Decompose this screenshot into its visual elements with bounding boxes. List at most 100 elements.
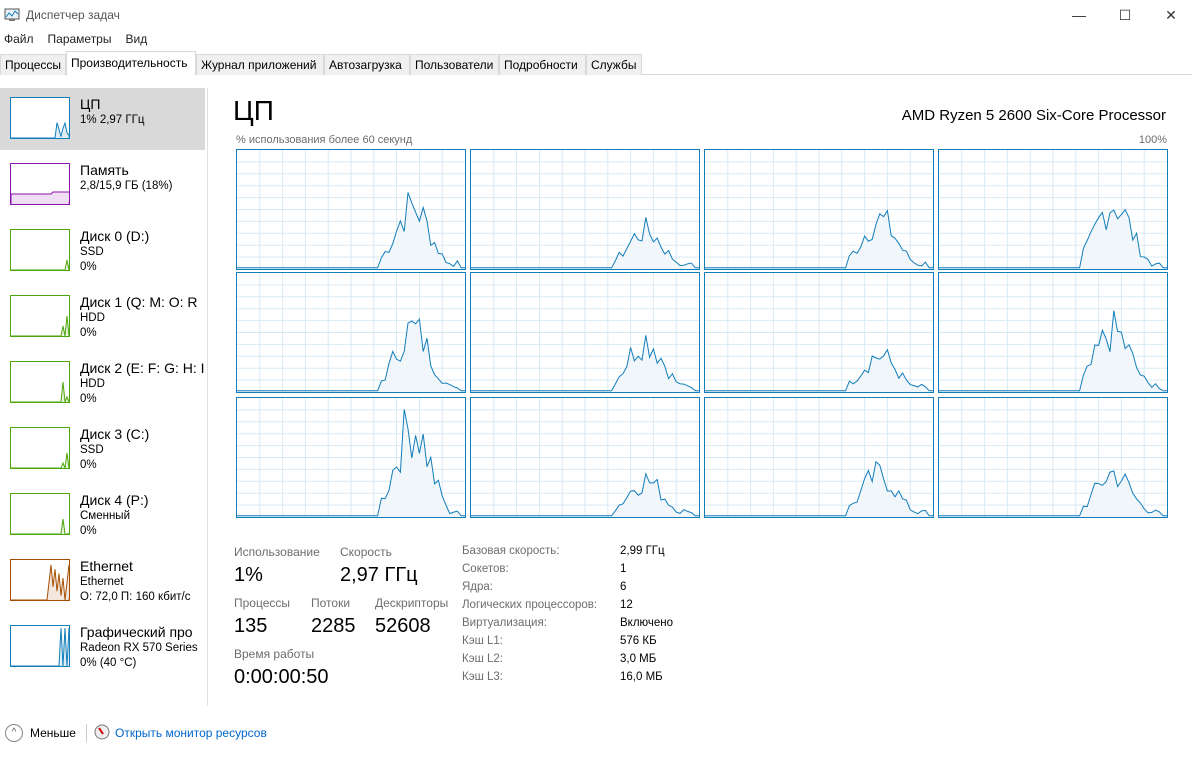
detail-value: 16,0 МБ	[620, 671, 663, 683]
sidebar-item-name: Диск 1 (Q: M: O: R	[80, 294, 198, 310]
sidebar-item-value: 0%	[80, 261, 97, 273]
task-manager-icon	[4, 8, 20, 21]
detail-value: 3,0 МБ	[620, 653, 657, 665]
sidebar-item-value: 0%	[80, 393, 97, 405]
page-title: ЦП	[233, 95, 274, 126]
sidebar-item-name: Графический про	[80, 624, 193, 640]
detail-value: 2,99 ГГц	[620, 545, 665, 557]
chevron-up-icon[interactable]: ^	[5, 724, 23, 742]
core-graph-1	[470, 149, 700, 270]
tab-performance[interactable]: Производительность	[66, 51, 196, 76]
resource-monitor-icon	[94, 724, 110, 740]
open-resource-monitor-link[interactable]: Открыть монитор ресурсов	[115, 726, 267, 740]
sidebar-item[interactable]: Диск 2 (E: F: G: H: I HDD 0%	[0, 352, 205, 414]
sidebar-item-value: 0%	[80, 327, 97, 339]
usage-value: 1%	[234, 564, 263, 586]
detail-label: Кэш L3:	[462, 671, 503, 683]
tab-bar: Процессы Производительность Журнал прило…	[0, 51, 1192, 76]
divider	[207, 88, 208, 706]
sidebar-item-name: Диск 4 (P:)	[80, 492, 149, 508]
threads-label: Потоки	[311, 596, 351, 610]
mini-graph	[10, 97, 72, 139]
core-graph-10	[704, 397, 934, 518]
tab-details[interactable]: Подробности	[499, 54, 586, 75]
tab-app-history[interactable]: Журнал приложений	[196, 54, 324, 75]
detail-value: 12	[620, 599, 633, 611]
menu-view[interactable]: Вид	[125, 32, 147, 46]
core-graph-2	[704, 149, 934, 270]
sidebar-item-detail: SSD	[80, 444, 104, 456]
sidebar-item-name: Диск 0 (D:)	[80, 228, 150, 244]
cpu-model: AMD Ryzen 5 2600 Six-Core Processor	[901, 107, 1166, 124]
tab-services[interactable]: Службы	[586, 54, 642, 75]
mini-graph	[10, 625, 72, 667]
detail-value: 6	[620, 581, 627, 593]
sidebar-item-detail: 1% 2,97 ГГц	[80, 114, 145, 126]
graph-label: % использования более 60 секунд	[236, 134, 413, 146]
detail-label: Виртуализация:	[462, 617, 547, 629]
detail-value: 1	[620, 563, 627, 575]
sidebar-item-name: Диск 3 (C:)	[80, 426, 150, 442]
core-graph-9	[470, 397, 700, 518]
detail-label: Сокетов:	[462, 563, 509, 575]
mini-graph	[10, 295, 72, 337]
sidebar-item[interactable]: Графический про Radeon RX 570 Series 0% …	[0, 616, 205, 678]
sidebar-item[interactable]: Диск 4 (P:) Сменный 0%	[0, 484, 205, 546]
tab-startup[interactable]: Автозагрузка	[324, 54, 410, 75]
uptime-value: 0:00:00:50	[234, 666, 329, 688]
minimize-button[interactable]: —	[1056, 0, 1102, 30]
mini-graph	[10, 427, 71, 470]
sidebar-item[interactable]: ЦП 1% 2,97 ГГц	[0, 88, 205, 150]
detail-label: Кэш L2:	[462, 653, 503, 665]
footer-separator	[86, 724, 87, 742]
menu-file[interactable]: Файл	[4, 32, 34, 46]
menu-bar: Файл Параметры Вид	[4, 32, 147, 46]
fewer-details-button[interactable]: Меньше	[30, 726, 76, 740]
sidebar-item[interactable]: Диск 0 (D:) SSD 0%	[0, 220, 205, 282]
sidebar-item[interactable]: Диск 1 (Q: M: O: R HDD 0%	[0, 286, 205, 348]
handles-value: 52608	[375, 615, 431, 637]
uptime-label: Время работы	[234, 647, 315, 661]
sidebar-item[interactable]: Память 2,8/15,9 ГБ (18%)	[0, 154, 205, 216]
maximize-button[interactable]: ☐	[1102, 0, 1148, 30]
sidebar-item[interactable]: Диск 3 (C:) SSD 0%	[0, 418, 205, 480]
sidebar-item-detail: 2,8/15,9 ГБ (18%)	[80, 180, 173, 192]
core-graph-6	[704, 272, 934, 393]
core-graph-7	[938, 272, 1168, 393]
menu-options[interactable]: Параметры	[48, 32, 112, 46]
sidebar-item-name: Диск 2 (E: F: G: H: I	[80, 360, 205, 376]
core-graph-0	[236, 149, 466, 270]
tab-processes[interactable]: Процессы	[0, 54, 66, 75]
mini-graph	[10, 163, 72, 205]
sidebar-item-detail: Сменный	[80, 510, 130, 522]
mini-graph	[10, 493, 72, 535]
graph-max: 100%	[1138, 134, 1167, 146]
sidebar-item-name: ЦП	[80, 96, 101, 112]
usage-label: Использование	[234, 545, 320, 559]
sidebar-item[interactable]: Ethernet Ethernet О: 72,0 П: 160 кбит/с	[0, 550, 205, 612]
sidebar-item-detail: Radeon RX 570 Series	[80, 642, 198, 654]
close-button[interactable]: ✕	[1148, 0, 1192, 30]
sidebar-item-detail: HDD	[80, 312, 105, 324]
core-graph-8	[236, 397, 466, 518]
sidebar-item-detail: Ethernet	[80, 576, 124, 588]
tab-users[interactable]: Пользователи	[410, 54, 499, 75]
detail-label: Кэш L1:	[462, 635, 503, 647]
processes-value: 135	[234, 615, 268, 637]
threads-value: 2285	[311, 615, 356, 637]
processes-label: Процессы	[234, 596, 291, 610]
detail-value: 576 КБ	[620, 635, 657, 647]
sidebar-item-name: Ethernet	[80, 558, 133, 574]
title-bar: Диспетчер задач — ☐ ✕	[0, 0, 1192, 30]
handles-label: Дескрипторы	[375, 596, 449, 610]
mini-graph	[10, 559, 72, 601]
detail-value: Включено	[620, 617, 674, 629]
speed-label: Скорость	[340, 545, 392, 559]
core-graph-5	[470, 272, 700, 393]
sidebar-item-name: Память	[80, 162, 129, 178]
core-graph-11	[938, 397, 1168, 518]
core-graph-4	[236, 272, 466, 393]
core-graph-3	[938, 149, 1168, 270]
app-title: Диспетчер задач	[26, 8, 120, 22]
sidebar-item-value: 0%	[80, 459, 97, 471]
